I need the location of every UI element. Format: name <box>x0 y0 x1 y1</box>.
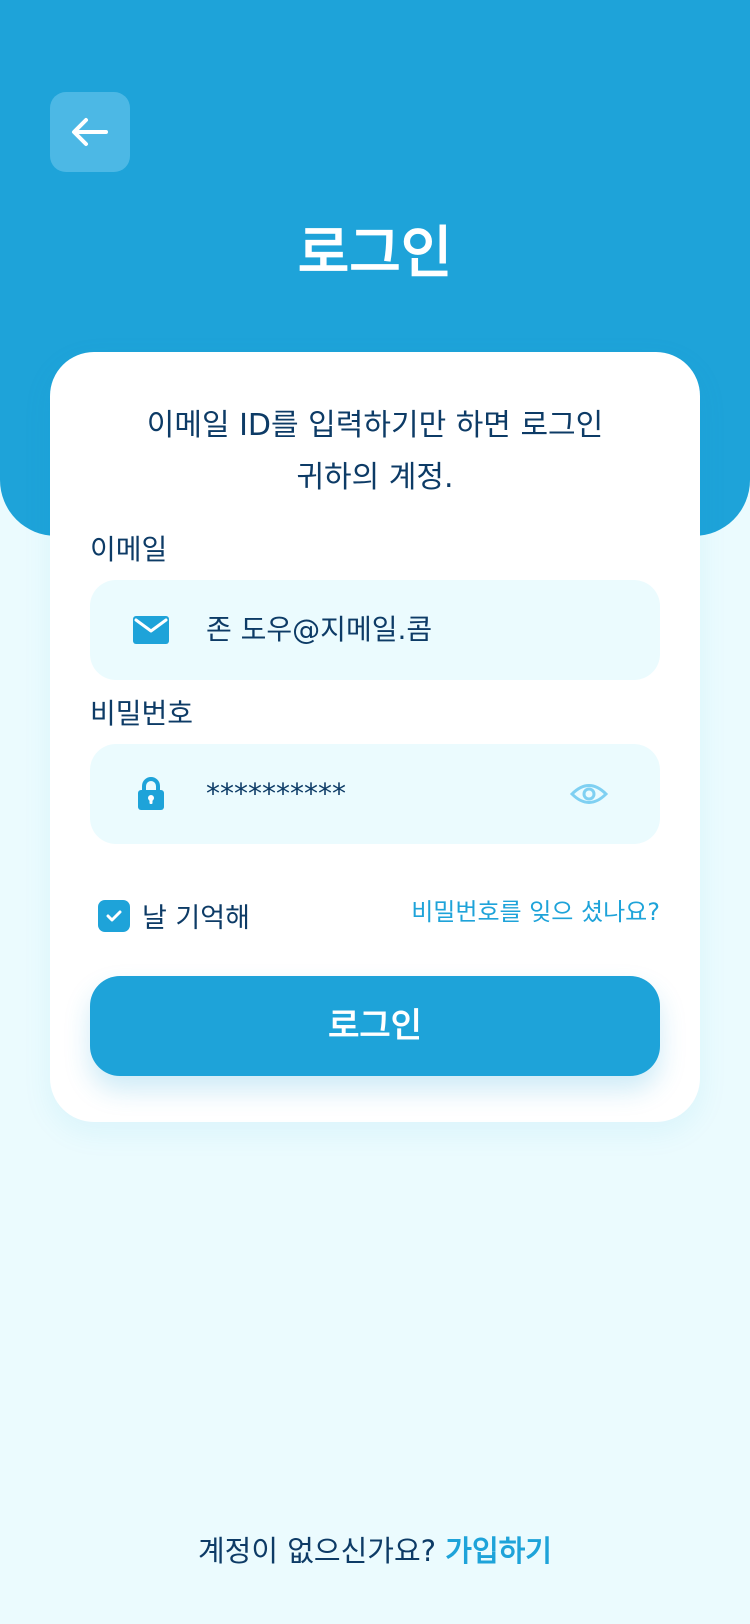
forgot-password-link[interactable]: 비밀번호를 잊으 셨나요? <box>411 896 660 928</box>
page-title: 로그인 <box>297 221 453 286</box>
remember-me[interactable]: 날 기억해 <box>98 896 250 935</box>
email-label: 이메일 <box>90 533 168 566</box>
password-field[interactable] <box>90 744 660 844</box>
email-field[interactable] <box>90 580 660 680</box>
password-label: 비밀번호 <box>90 697 194 730</box>
back-button[interactable] <box>50 92 130 172</box>
remember-label: 날 기억해 <box>142 903 250 934</box>
email-input[interactable] <box>206 580 546 680</box>
login-button[interactable]: 로그인 <box>90 976 660 1076</box>
card-description: 이메일 ID를 입력하기만 하면 로그인 귀하의 계정. <box>146 408 604 495</box>
arrow-left-icon <box>72 118 108 146</box>
login-card: 이메일 ID를 입력하기만 하면 로그인 귀하의 계정. 이메일 비밀번호 <box>50 352 700 1122</box>
check-icon <box>106 910 122 921</box>
signup-link[interactable]: 가입하기 <box>445 1534 552 1568</box>
mail-icon <box>132 615 170 645</box>
lock-icon <box>137 777 165 811</box>
signup-prompt-text: 계정이 없으신가요? <box>197 1534 446 1568</box>
password-input[interactable] <box>206 744 546 844</box>
eye-icon[interactable] <box>570 781 608 807</box>
signup-prompt: 계정이 없으신가요? 가입하기 <box>0 1528 750 1570</box>
remember-checkbox[interactable] <box>98 899 130 932</box>
